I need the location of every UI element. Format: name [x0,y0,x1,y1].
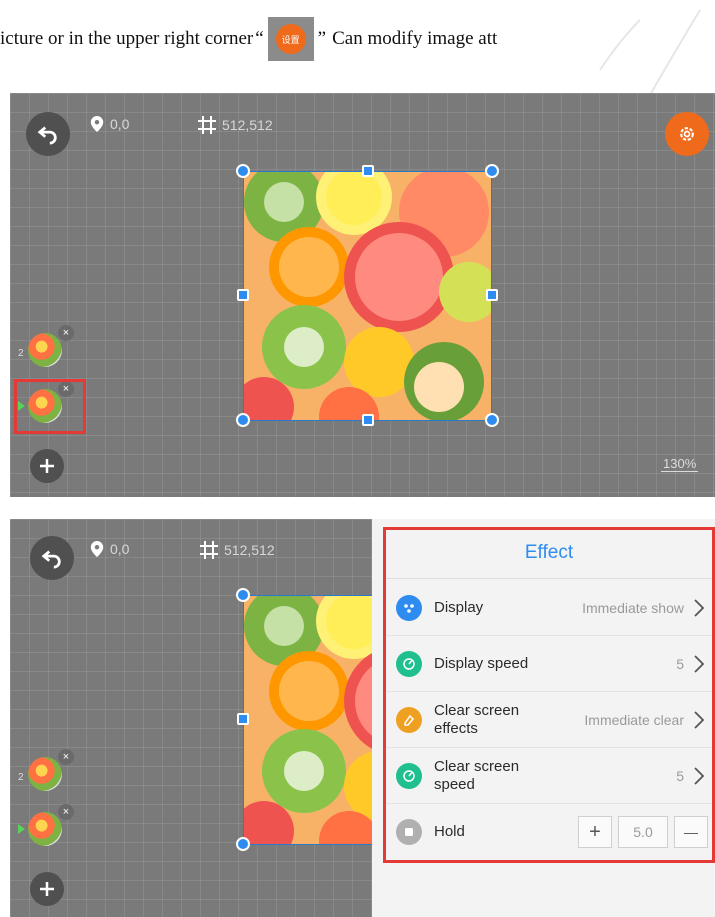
resize-handle-bottom[interactable] [362,414,374,426]
document-text-line: icture or in the upper right corner “ 设置… [0,14,715,64]
undo-icon [37,126,57,145]
settings-button[interactable] [665,112,709,156]
size-value: 512,512 [222,117,273,133]
undo-button[interactable] [26,112,70,156]
undo-icon [41,550,61,569]
zoom-level[interactable]: 130% [661,456,699,472]
open-quote: “ [255,28,264,49]
selected-image[interactable] [243,595,383,845]
gear-icon [680,127,694,141]
layer-thumbnail[interactable] [28,812,62,846]
settings-icon-label: 设置 [275,24,306,54]
resize-handle-bottom-left[interactable] [236,413,250,427]
position-readout: 0,0 [90,541,129,557]
doc-text-after: Can modify image att [332,28,498,49]
current-layer-indicator [18,824,25,834]
position-value: 0,0 [110,116,130,132]
layer-delete-button[interactable]: × [58,749,74,765]
crop-grid-icon [200,541,218,559]
add-layer-button[interactable] [30,872,64,906]
resize-handle-right[interactable] [486,289,498,301]
highlight-box [14,379,86,434]
resize-handle-bottom-left[interactable] [236,837,250,851]
fruit-image [244,596,382,844]
highlight-box [383,527,715,863]
resize-handle-bottom-right[interactable] [485,413,499,427]
crop-grid-icon [198,116,216,134]
plus-icon [40,459,54,473]
layer-delete-button[interactable]: × [58,325,74,341]
size-value: 512,512 [224,542,275,558]
resize-handle-top-left[interactable] [236,164,250,178]
doc-text-before: icture or in the upper right corner [0,28,254,49]
selected-image[interactable] [243,171,492,421]
add-layer-button[interactable] [30,449,64,483]
layer-thumbnail[interactable] [28,333,62,367]
editor-canvas-1[interactable]: 0,0 512,512 2 × × 130% [10,93,715,497]
undo-button[interactable] [30,536,74,580]
layer-number: 2 [18,772,24,783]
position-readout: 0,0 [90,116,129,132]
settings-button-image: 设置 [267,17,314,61]
fruit-image [244,172,491,420]
close-quote: ” [317,28,327,49]
resize-handle-left[interactable] [237,289,249,301]
plus-icon [40,882,54,896]
size-readout: 512,512 [200,541,275,559]
editor-canvas-2[interactable]: 0,0 512,512 2 × × Effect Display Immedia… [10,519,715,917]
position-value: 0,0 [110,541,130,557]
resize-handle-top-left[interactable] [236,588,250,602]
resize-handle-top[interactable] [362,165,374,177]
location-pin-icon [90,116,104,132]
layer-thumbnail[interactable] [28,757,62,791]
resize-handle-left[interactable] [237,713,249,725]
resize-handle-top-right[interactable] [485,164,499,178]
size-readout: 512,512 [198,116,273,134]
layer-delete-button[interactable]: × [58,804,74,820]
layer-number: 2 [18,348,24,359]
location-pin-icon [90,541,104,557]
